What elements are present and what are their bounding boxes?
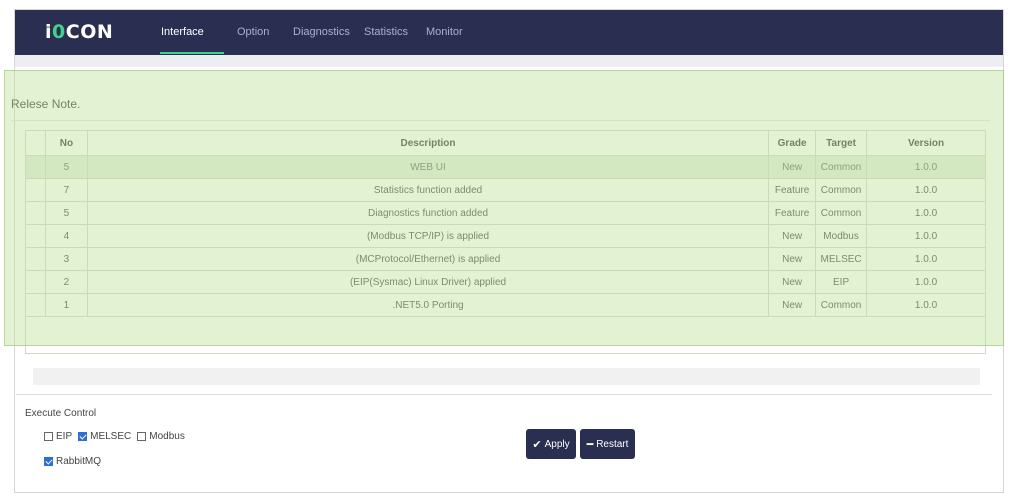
checkbox-label-eip: EIP (56, 431, 73, 442)
logo-suffix: CON (65, 21, 114, 43)
execute-control-title: Execute Control (25, 408, 97, 419)
checkmark-icon: ✔ (532, 438, 542, 451)
checkbox-melsec[interactable] (78, 432, 88, 441)
app-logo[interactable]: i0CON (45, 21, 113, 43)
restart-button-label: Restart (596, 438, 629, 450)
checkbox-label-rabbitmq: RabbitMQ (56, 456, 102, 467)
checkbox-label-melsec: MELSEC (90, 431, 132, 442)
checkbox-rabbitmq[interactable] (44, 457, 53, 466)
tab-interface[interactable]: Interface (161, 26, 204, 38)
checkbox-label-modbus: Modbus (149, 431, 185, 442)
checkbox-eip[interactable] (44, 432, 53, 441)
tab-diagnostics[interactable]: Diagnostics (293, 26, 350, 38)
checkbox-modbus[interactable] (137, 432, 147, 441)
logo-accent: 0 (52, 21, 66, 43)
minus-icon: ━ (586, 438, 594, 451)
restart-button[interactable]: ━ Restart (580, 429, 635, 459)
content-top-bar (15, 55, 1003, 67)
logo-prefix: i (45, 21, 53, 43)
tab-monitor[interactable]: Monitor (426, 26, 463, 38)
execute-options-row-2: RabbitMQ (44, 456, 107, 467)
selection-highlight-overlay (4, 70, 1004, 346)
apply-button[interactable]: ✔ Apply (526, 429, 576, 459)
apply-button-label: Apply (544, 438, 570, 450)
status-strip (33, 368, 980, 385)
active-tab-indicator (160, 52, 224, 54)
tab-option[interactable]: Option (237, 26, 269, 38)
section-divider (16, 394, 992, 395)
top-navbar: i0CON Interface Option Diagnostics Stati… (15, 10, 1003, 55)
execute-options-row: EIP MELSEC Modbus (44, 431, 191, 442)
tab-statistics[interactable]: Statistics (364, 26, 408, 38)
